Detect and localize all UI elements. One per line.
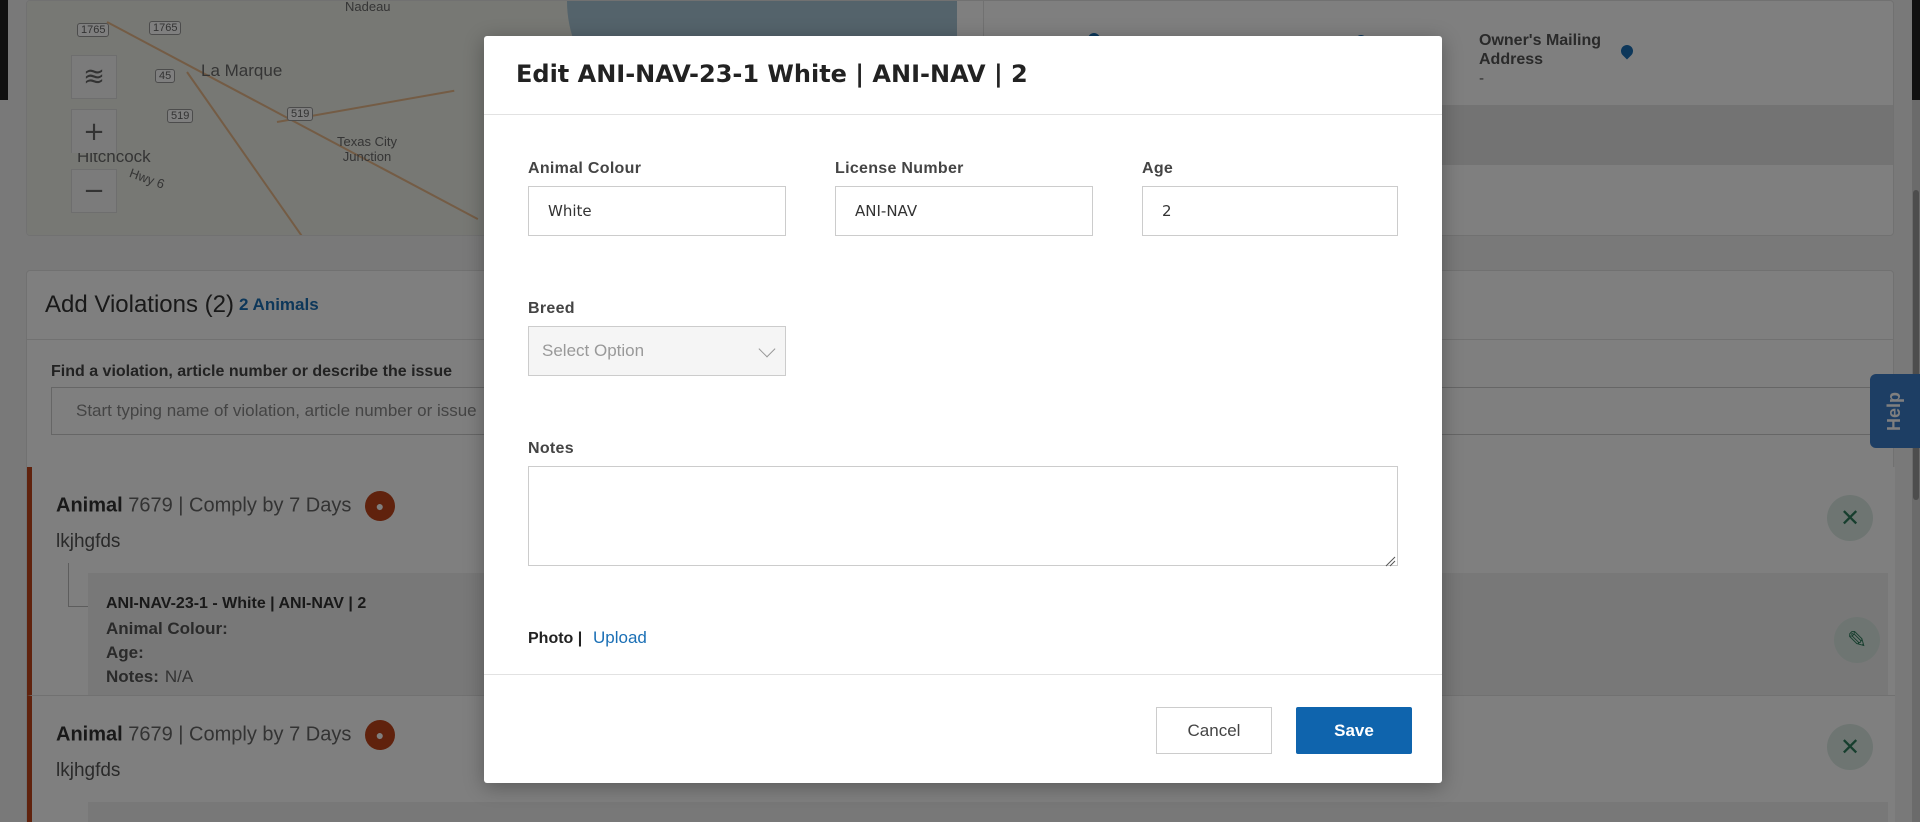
breed-select[interactable]: Select Option (528, 326, 786, 376)
modal-title: Edit ANI-NAV-23-1 White | ANI-NAV | 2 (516, 60, 1028, 88)
modal-header: Edit ANI-NAV-23-1 White | ANI-NAV | 2 (484, 36, 1442, 115)
modal-footer-divider (484, 674, 1442, 675)
save-button[interactable]: Save (1296, 707, 1412, 754)
chevron-down-icon (758, 340, 776, 358)
edit-animal-modal: Edit ANI-NAV-23-1 White | ANI-NAV | 2 An… (484, 36, 1442, 783)
resize-handle-icon[interactable] (1384, 552, 1396, 567)
breed-select-placeholder: Select Option (542, 341, 645, 360)
upload-link[interactable]: Upload (593, 628, 647, 648)
photo-label: Photo | (528, 630, 583, 647)
license-number-input[interactable]: ANI-NAV (835, 186, 1093, 236)
animal-colour-label: Animal Colour (528, 160, 642, 177)
notes-label: Notes (528, 440, 574, 457)
age-label: Age (1142, 160, 1174, 177)
notes-textarea[interactable] (528, 466, 1398, 566)
animal-colour-input[interactable]: White (528, 186, 786, 236)
license-number-label: License Number (835, 160, 964, 177)
age-input[interactable]: 2 (1142, 186, 1398, 236)
cancel-button[interactable]: Cancel (1156, 707, 1272, 754)
breed-label: Breed (528, 300, 575, 317)
